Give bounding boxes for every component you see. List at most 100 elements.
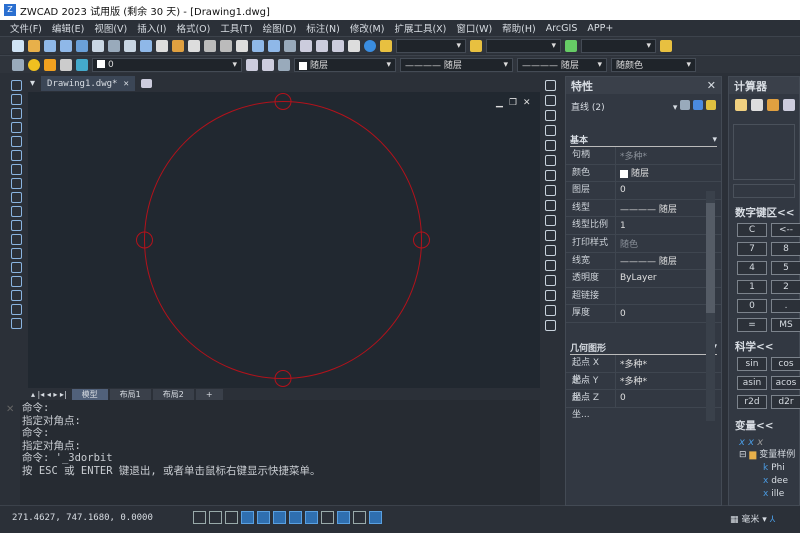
layer-freeze-icon[interactable] [44,58,56,71]
draworder-icon[interactable] [544,320,556,331]
paste-icon[interactable] [172,39,184,52]
print-icon[interactable] [92,39,104,52]
tab-model[interactable]: 模型 [71,388,108,400]
new-icon[interactable] [12,39,24,52]
lineweight-toggle[interactable] [321,511,334,524]
design-center-icon[interactable] [316,39,328,52]
lineweight-select[interactable]: ———— 随层 ▾ [517,57,607,72]
point-icon[interactable] [10,262,22,273]
paste-value-icon[interactable] [767,99,779,111]
annotation-scale-icon[interactable]: ⅄ [770,515,776,525]
section-geometry[interactable]: 几何图形▾ [570,341,717,355]
explode-icon[interactable] [544,305,556,316]
property-value[interactable]: ByLayer [616,273,657,283]
redo-icon[interactable] [220,39,232,52]
polyline-icon[interactable] [10,108,22,119]
preview-icon[interactable] [108,39,120,52]
calc-key[interactable]: <-- [771,223,800,237]
menu-edit[interactable]: 编辑(E) [52,21,84,35]
menu-app[interactable]: APP+ [587,23,613,34]
offset-icon[interactable] [544,125,556,136]
calc-key[interactable]: C [737,223,767,237]
calc-key[interactable]: asin [737,376,767,390]
break-icon[interactable] [544,245,556,256]
color-select[interactable]: 随层 ▾ [294,57,396,72]
calc-key[interactable]: cos [771,357,800,371]
tab-layout1[interactable]: 布局1 [109,388,151,400]
calc-key[interactable]: 1 [737,280,767,294]
variable-item[interactable]: x dee [739,475,799,488]
trim-icon[interactable] [544,215,556,226]
make-current-layer-icon[interactable] [246,58,258,71]
calc-key[interactable]: acos [771,376,800,390]
tool-palette-icon[interactable] [332,39,344,52]
mtext-icon[interactable] [10,318,22,329]
property-value[interactable]: 0 [616,185,626,195]
property-row[interactable]: 图层 0 [566,182,721,200]
tab-drawing1[interactable]: Drawing1.dwg* ✕ [41,76,135,91]
hatch-icon[interactable] [10,276,22,287]
calc-key[interactable]: 8 [771,242,800,256]
variables-toggle[interactable]: 变量<< [735,419,799,433]
save-as-icon[interactable] [60,39,72,52]
table-style-icon[interactable] [565,39,577,52]
property-row[interactable]: 线宽 ———— 随层 [566,252,721,271]
close-icon[interactable]: ✕ [123,79,128,89]
menu-file[interactable]: 文件(F) [10,21,42,35]
circle-entity[interactable] [144,101,422,379]
arc-icon[interactable] [10,150,22,161]
property-value[interactable]: ———— 随层 [616,254,677,267]
close-icon[interactable]: ✕ [707,79,716,92]
save-icon[interactable] [44,39,56,52]
restore-viewport-icon[interactable]: ❐ [509,98,517,108]
new-tab-icon[interactable] [140,79,152,88]
quick-select-icon[interactable] [706,100,716,110]
property-row[interactable]: 起点 Y 坐... *多种* [566,372,721,403]
scale-icon[interactable] [544,185,556,196]
properties-icon[interactable] [300,39,312,52]
property-value[interactable]: *多种* [616,374,647,387]
polygon-icon[interactable] [10,122,22,133]
property-row[interactable]: 线型 ———— 随层 [566,199,721,218]
layer-lock-icon[interactable] [76,58,88,71]
calc-key[interactable]: MS [771,318,800,332]
property-value[interactable]: 1 [616,221,626,231]
undo-icon[interactable] [204,39,216,52]
calc-key[interactable]: 5 [771,261,800,275]
edit-variable-icon[interactable]: x [748,437,754,448]
close-command-icon[interactable]: ✕ [6,404,14,415]
layer-states-icon[interactable] [278,58,290,71]
dynamic-ucs-toggle[interactable] [289,511,302,524]
region-icon[interactable] [10,290,22,301]
calc-key[interactable]: . [771,299,800,313]
property-row[interactable]: 打印样式 随色 [566,234,721,253]
add-layout-button[interactable]: + [195,388,223,400]
linetype-select[interactable]: ———— 随层 ▾ [400,57,513,72]
dim-style-icon[interactable] [470,39,482,52]
layer-on-icon[interactable] [28,58,40,71]
ellipse-arc-icon[interactable] [10,220,22,231]
snap-toggle[interactable] [193,511,206,524]
otrack-toggle[interactable] [273,511,286,524]
extend-icon[interactable] [544,230,556,241]
copy-object-icon[interactable] [544,95,556,106]
annotation-toggle[interactable] [369,511,382,524]
minimize-viewport-icon[interactable]: ▁ [495,98,504,108]
calc-key[interactable]: 0 [737,299,767,313]
help-icon[interactable] [364,39,376,52]
property-row[interactable]: 起点 Z 坐... 0 [566,390,721,420]
insert-block-icon[interactable] [10,234,22,245]
menu-modify[interactable]: 修改(M) [350,21,385,35]
move-icon[interactable] [544,155,556,166]
ellipse-icon[interactable] [10,206,22,217]
property-value[interactable]: 随色 [616,237,638,250]
polar-toggle[interactable] [241,511,254,524]
ortho-toggle[interactable] [225,511,238,524]
property-value[interactable]: *多种* [616,149,647,162]
section-basic[interactable]: 基本 ▾ [570,133,717,147]
calc-key[interactable]: 4 [737,261,767,275]
close-viewport-icon[interactable]: ✕ [523,98,531,108]
get-coordinates-icon[interactable] [783,99,795,111]
calculator-input[interactable] [733,184,795,198]
variable-item[interactable]: x ille [739,488,799,501]
